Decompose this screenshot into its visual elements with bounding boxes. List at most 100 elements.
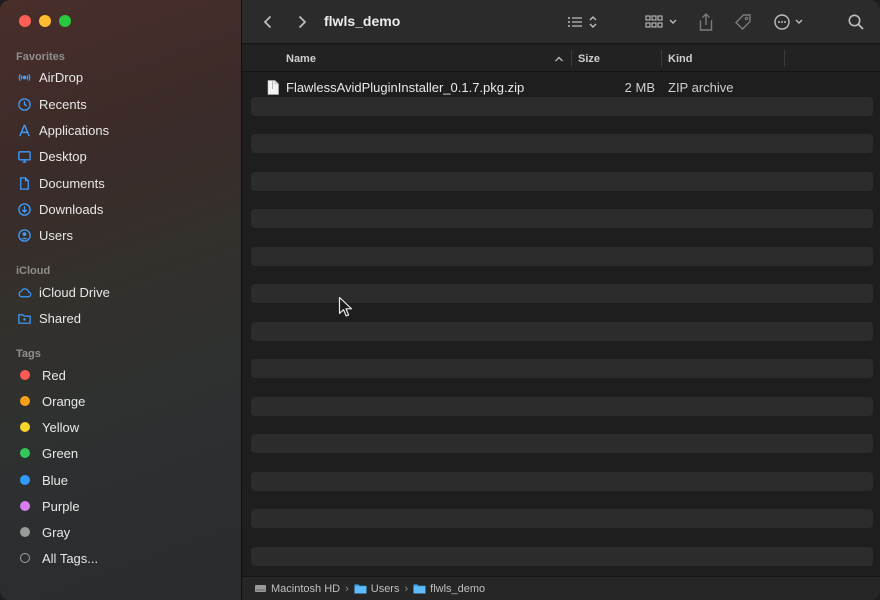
action-menu-button[interactable] [772,10,808,34]
minimize-window-button[interactable] [39,15,51,27]
ellipsis-circle-icon [774,14,803,30]
sidebar-item-label: Purple [42,498,80,514]
sidebar-item-label: Green [42,445,79,461]
sidebar-item-label: Desktop [39,148,87,164]
sidebar-item-label: All Tags... [42,550,99,566]
sidebar-item-downloads[interactable]: Downloads [16,198,231,220]
file-kind: ZIP archive [668,80,734,95]
share-icon [699,13,713,31]
all-tags-icon [20,553,30,563]
search-button[interactable] [845,10,867,34]
sidebar-item-shared[interactable]: Shared [16,307,231,329]
path-crumb-macintosh-hd[interactable]: Macintosh HD [254,583,340,595]
sidebar-item-label: Downloads [39,201,104,217]
sidebar-item-label: Applications [39,122,110,138]
empty-row [251,509,873,528]
column-divider[interactable] [571,50,572,67]
document-icon [16,175,32,191]
sidebar-tag-yellow[interactable]: Yellow [16,416,231,438]
blue-tag-icon [20,475,30,485]
column-header: Name Size Kind [242,45,880,72]
zoom-window-button[interactable] [59,15,71,27]
sidebar-item-label: Shared [39,310,81,326]
sidebar-item-airdrop[interactable]: AirDrop [16,66,231,88]
orange-tag-icon [20,396,30,406]
sidebar-tag-green[interactable]: Green [16,442,231,464]
tag-button[interactable] [731,10,755,34]
sidebar-item-icloud-drive[interactable]: iCloud Drive [16,281,231,303]
path-crumb-label: Macintosh HD [271,582,341,595]
empty-row [251,322,873,341]
user-icon [16,227,32,243]
toolbar: flwls_demo [242,0,880,44]
chevron-right-icon [298,15,307,29]
sidebar-tag-purple[interactable]: Purple [16,495,231,517]
sidebar-item-recents[interactable]: Recents [16,93,231,115]
sidebar: Favorites AirDrop Recents Applications D… [0,0,242,600]
sidebar-item-label: AirDrop [39,69,84,85]
chevron-right-icon: › [345,582,349,595]
mouse-pointer-icon [338,296,353,317]
folder-icon [413,584,426,594]
favorites-section-title: Favorites [16,51,65,63]
share-button[interactable] [695,10,717,34]
search-icon [848,14,864,30]
applications-icon [16,122,32,138]
empty-row [251,472,873,491]
icloud-section-title: iCloud [16,265,51,277]
empty-row [251,434,873,453]
name-column-label: Name [286,52,316,65]
chevron-left-icon [263,15,272,29]
sidebar-item-label: Gray [42,524,71,540]
sort-indicator[interactable] [554,45,564,72]
empty-row [251,172,873,191]
clock-icon [16,96,32,112]
empty-row [251,547,873,566]
group-button[interactable] [644,10,680,34]
sidebar-tag-gray[interactable]: Gray [16,521,231,543]
folder-icon [354,584,367,594]
sidebar-all-tags[interactable]: All Tags... [16,547,231,569]
column-divider[interactable] [784,50,785,67]
download-icon [16,201,32,217]
path-crumb-label: Users [370,582,400,595]
back-button[interactable] [258,10,278,34]
grid-icon [645,15,677,28]
sidebar-item-documents[interactable]: Documents [16,172,231,194]
name-column-header[interactable]: Name [286,45,316,72]
sidebar-item-label: Documents [39,175,105,191]
list-view-icon [568,16,597,28]
window-title: flwls_demo [324,13,401,29]
purple-tag-icon [20,501,30,511]
finder-window: Favorites AirDrop Recents Applications D… [0,0,880,600]
view-options-button[interactable] [564,10,604,34]
sidebar-item-label: Orange [42,393,86,409]
tag-icon [735,14,751,30]
size-column-header[interactable]: Size [578,45,600,72]
size-column-label: Size [578,52,601,65]
sidebar-item-label: Recents [39,96,87,112]
airdrop-icon [16,69,32,85]
sidebar-tag-orange[interactable]: Orange [16,390,231,412]
path-crumb-users[interactable]: Users [354,582,400,595]
table-row[interactable]: FlawlessAvidPluginInstaller_0.1.7.pkg.zi… [242,77,880,97]
sidebar-tag-blue[interactable]: Blue [16,469,231,491]
column-divider[interactable] [661,50,662,67]
close-window-button[interactable] [19,15,31,27]
sidebar-item-label: Yellow [42,419,80,435]
sidebar-item-label: Users [39,227,73,243]
sidebar-tag-red[interactable]: Red [16,364,231,386]
red-tag-icon [20,370,30,380]
sidebar-item-applications[interactable]: Applications [16,119,231,141]
forward-button[interactable] [292,10,312,34]
empty-row [251,247,873,266]
sidebar-item-users[interactable]: Users [16,224,231,246]
empty-row [251,359,873,378]
file-list: FlawlessAvidPluginInstaller_0.1.7.pkg.zi… [242,73,880,575]
sidebar-item-desktop[interactable]: Desktop [16,145,231,167]
path-crumb-flwls-demo[interactable]: flwls_demo [413,583,485,595]
hard-drive-icon [255,585,266,592]
kind-column-label: Kind [668,52,693,65]
kind-column-header[interactable]: Kind [668,45,692,72]
empty-row [251,209,873,228]
